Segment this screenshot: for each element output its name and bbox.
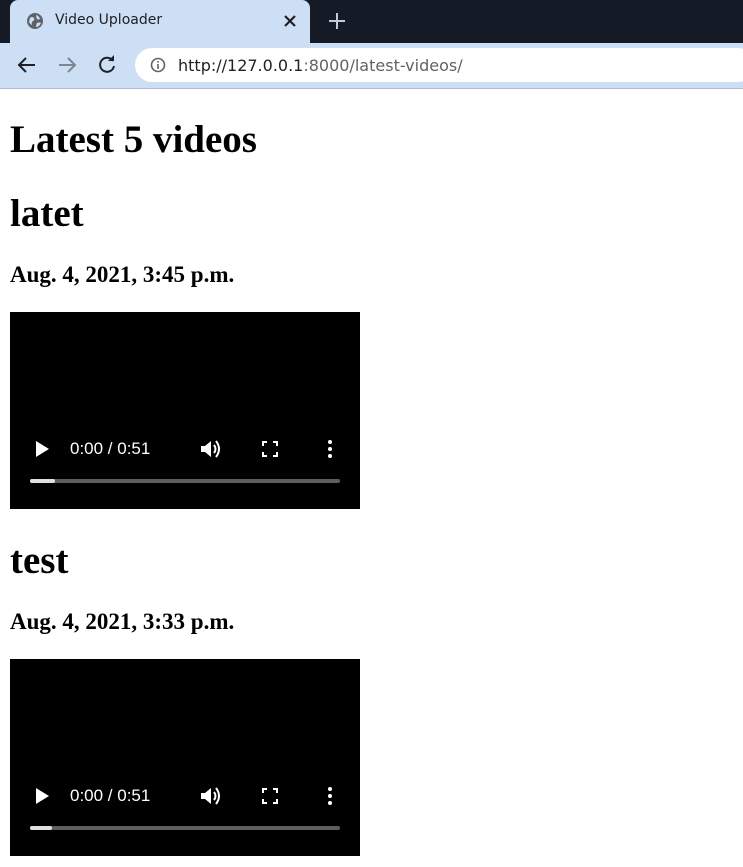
seek-bar[interactable] (30, 826, 340, 830)
video-card: test Aug. 4, 2021, 3:33 p.m. 0:00 / 0:51 (10, 538, 730, 856)
page-title: Latest 5 videos (10, 118, 257, 161)
browser-toolbar: http://127.0.0.1:8000/latest-videos/ (0, 43, 743, 89)
back-arrow-icon[interactable] (16, 54, 38, 76)
info-icon[interactable] (150, 57, 166, 73)
video-date: Aug. 4, 2021, 3:33 p.m. (10, 609, 235, 634)
tab-title: Video Uploader (55, 12, 163, 28)
more-options-icon[interactable] (326, 786, 334, 806)
video-card: latet Aug. 4, 2021, 3:45 p.m. 0:00 / 0:5… (10, 191, 730, 509)
seek-buffered (30, 826, 52, 830)
globe-icon (27, 13, 43, 29)
fullscreen-icon[interactable] (262, 788, 278, 804)
play-icon[interactable] (34, 787, 50, 805)
browser-tab[interactable]: Video Uploader (10, 0, 310, 43)
volume-icon[interactable] (200, 439, 222, 459)
url-text: http://127.0.0.1:8000/latest-videos/ (178, 56, 463, 75)
more-options-icon[interactable] (326, 439, 334, 459)
address-bar[interactable]: http://127.0.0.1:8000/latest-videos/ (135, 48, 743, 82)
url-path: :8000/latest-videos/ (303, 56, 463, 75)
video-time: 0:00 / 0:51 (70, 786, 151, 805)
forward-arrow-icon[interactable] (56, 54, 78, 76)
page-content: Latest 5 videos latet Aug. 4, 2021, 3:45… (10, 89, 730, 856)
video-time: 0:00 / 0:51 (70, 439, 151, 458)
video-player[interactable]: 0:00 / 0:51 (10, 312, 360, 509)
tab-strip: Video Uploader (0, 0, 743, 43)
play-icon[interactable] (34, 440, 50, 458)
url-host: http://127.0.0.1 (178, 56, 304, 75)
fullscreen-icon[interactable] (262, 441, 278, 457)
close-icon[interactable] (281, 12, 299, 30)
seek-bar[interactable] (30, 479, 340, 483)
video-title: latet (10, 192, 84, 235)
reload-icon[interactable] (96, 54, 118, 76)
video-date: Aug. 4, 2021, 3:45 p.m. (10, 262, 235, 287)
volume-icon[interactable] (200, 786, 222, 806)
seek-buffered (30, 479, 55, 483)
video-title: test (10, 539, 69, 582)
new-tab-icon[interactable] (327, 11, 347, 31)
video-player[interactable]: 0:00 / 0:51 (10, 659, 360, 856)
